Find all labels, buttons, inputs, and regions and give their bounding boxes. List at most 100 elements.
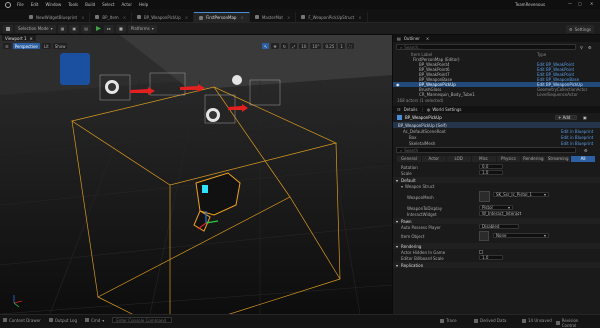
tab-bp-weapon-pickup[interactable]: BP_WeaponPickUp ×	[132, 12, 195, 22]
level-viewport[interactable]: Viewport 1 × ☰ Perspective Lit Show ↖ ✥ ↻…	[0, 35, 392, 314]
details-search-input[interactable]: ⌕ Search	[396, 147, 576, 153]
menu-actor[interactable]: Actor	[121, 2, 132, 7]
stop-button[interactable]: ■	[115, 24, 126, 33]
details-filter-tabs: General Actor LOD Misc Physics Rendering…	[397, 156, 596, 162]
close-panel-icon[interactable]: ×	[426, 36, 429, 41]
show-button[interactable]: Show	[52, 43, 68, 49]
save-icon	[6, 26, 10, 31]
right-panels: ▤ Outliner × ⌕ Search... ⚲ ⚙ Item Label T…	[392, 35, 600, 314]
camera-speed-button[interactable]: 1	[338, 43, 345, 49]
database-icon	[474, 318, 478, 323]
interact-widget-dropdown[interactable]: W_Interact_Interact	[479, 211, 521, 216]
minimize-button[interactable]: —	[568, 1, 572, 6]
sequencer-button[interactable]: ▤	[81, 24, 91, 33]
perspective-button[interactable]: Perspective	[12, 43, 40, 49]
outliner-search-input[interactable]: ⌕ Search...	[396, 44, 576, 50]
tab-world-settings[interactable]: World Settings	[432, 107, 461, 112]
cmd-dropdown[interactable]: Cmd ▾	[85, 318, 104, 323]
component-tree: BP_WeaponPickUp (Self) Ac_DefaultSceneRo…	[393, 122, 600, 146]
settings-button[interactable]: ⚙ Settings	[566, 25, 594, 33]
console-command-input[interactable]: Enter Console Command	[112, 317, 173, 323]
close-tab-icon[interactable]: ×	[123, 15, 126, 20]
actor-hidden-checkbox[interactable]	[479, 250, 483, 254]
select-tool-button[interactable]: ↖	[262, 43, 270, 49]
save-button[interactable]	[3, 24, 13, 33]
close-tab-icon[interactable]: ×	[240, 15, 243, 20]
lit-button[interactable]: Lit	[41, 43, 51, 49]
tab-first-person-map[interactable]: FirstPersonMap ×	[194, 12, 250, 22]
tab-details[interactable]: Details	[404, 107, 418, 112]
filter-icon[interactable]: ⚲	[580, 45, 583, 50]
gear-icon[interactable]: ⚙	[588, 45, 592, 50]
play-icon[interactable]	[95, 26, 101, 31]
filter-misc[interactable]: Misc	[471, 156, 496, 162]
rotation-field[interactable]: 0.0	[479, 164, 503, 169]
gear-icon: ⚙	[569, 26, 573, 32]
scale-snap-button[interactable]: 0.25	[323, 43, 337, 49]
filter-rendering[interactable]: Rendering	[521, 156, 546, 162]
billboard-scale-field[interactable]: 1.0	[479, 255, 503, 260]
item-object-row: Item Object None ▾	[393, 230, 600, 242]
actor-name[interactable]: BP_WeaponPickUp	[405, 115, 442, 120]
tab-new-widget-blueprint[interactable]: NewWidgetBlueprint ×	[24, 12, 91, 22]
menu-window[interactable]: Window	[45, 2, 61, 7]
log-icon	[48, 318, 53, 322]
content-button[interactable]: ▦	[57, 24, 68, 33]
tab-bp-item[interactable]: BP_Item ×	[90, 12, 133, 22]
category-replication[interactable]: ▾ Replication	[393, 262, 600, 268]
revision-control-button[interactable]: Revision Control	[556, 318, 592, 328]
derived-data-button[interactable]: Derived Data	[474, 318, 507, 323]
unreal-logo-icon[interactable]	[5, 1, 11, 8]
selection-mode-dropdown[interactable]: Selection Mode ▾	[15, 24, 56, 33]
item-object-dropdown[interactable]: None ▾	[493, 233, 549, 238]
tab-master-mat[interactable]: MasterMat ×	[250, 12, 297, 22]
close-tab-icon[interactable]: ×	[185, 15, 188, 20]
filter-actor[interactable]: Actor	[421, 156, 446, 162]
close-tab-icon[interactable]: ×	[358, 15, 361, 20]
filter-general[interactable]: General	[397, 156, 421, 162]
output-log-button[interactable]: Output Log	[48, 318, 77, 323]
content-drawer-button[interactable]: Content Drawer	[3, 318, 41, 323]
blueprint-icon[interactable]: ▣	[583, 115, 587, 120]
trace-button[interactable]: Trace	[440, 318, 457, 323]
close-tab-icon[interactable]: ×	[81, 15, 84, 20]
maximize-button[interactable]: ▢	[578, 1, 582, 6]
menu-select[interactable]: Select	[102, 2, 114, 7]
add-component-button[interactable]: + Add	[555, 115, 577, 120]
viewport-options-button[interactable]: ☰	[3, 43, 11, 49]
scale-field[interactable]: 1.0	[479, 170, 503, 175]
step-button[interactable]: ▸▸	[103, 24, 114, 33]
platforms-dropdown[interactable]: Platforms ▾	[127, 24, 157, 33]
menu-file[interactable]: File	[17, 2, 24, 7]
menu-edit[interactable]: Edit	[31, 2, 39, 7]
scale-tool-button[interactable]: ⤢	[290, 43, 298, 49]
chevron-down-icon: ▾	[151, 26, 154, 31]
auto-possess-dropdown[interactable]: Disabled	[479, 224, 519, 229]
blueprint-icon	[137, 15, 142, 19]
close-tab-icon[interactable]: ×	[30, 36, 33, 41]
weapon-mesh-dropdown[interactable]: SK_Ssr_Ic_Pistol_1 ▾	[493, 192, 549, 197]
rotation-snap-button[interactable]: 10°	[310, 43, 322, 49]
menu-tools[interactable]: Tools	[68, 2, 78, 7]
gear-icon[interactable]: ⚙	[584, 148, 588, 153]
blueprint-button[interactable]: ▣	[69, 24, 80, 33]
filter-lod[interactable]: LOD	[446, 156, 471, 162]
filter-all[interactable]: All	[571, 156, 595, 162]
viewport-tab[interactable]: Viewport 1 ×	[2, 35, 36, 41]
grid-snap-button[interactable]: 10	[299, 43, 309, 49]
rotate-tool-button[interactable]: ↻	[280, 43, 289, 49]
menu-help[interactable]: Help	[139, 2, 148, 7]
close-button[interactable]: ✕	[590, 1, 593, 6]
filter-streaming[interactable]: Streaming	[546, 156, 571, 162]
tab-weapon-pickup-struct[interactable]: F_WeaponPickUpStruct ×	[296, 12, 368, 22]
maximize-viewport-button[interactable]: ⛶	[346, 43, 354, 49]
weapon-display-dropdown[interactable]: Pistol ▾	[479, 205, 513, 210]
list-item[interactable]: CR_Mannequin_Body_Tube1 LevelSequenceActo…	[393, 92, 600, 97]
filter-physics[interactable]: Physics	[496, 156, 521, 162]
chevron-down-icon: ▾	[396, 218, 399, 224]
close-tab-icon[interactable]: ×	[287, 15, 290, 20]
unsaved-button[interactable]: 14 Unsaved	[522, 318, 552, 323]
menu-build[interactable]: Build	[85, 2, 95, 7]
component-item[interactable]: SkeletalMesh Edit in Blueprint	[393, 140, 600, 146]
move-tool-button[interactable]: ✥	[271, 43, 279, 49]
